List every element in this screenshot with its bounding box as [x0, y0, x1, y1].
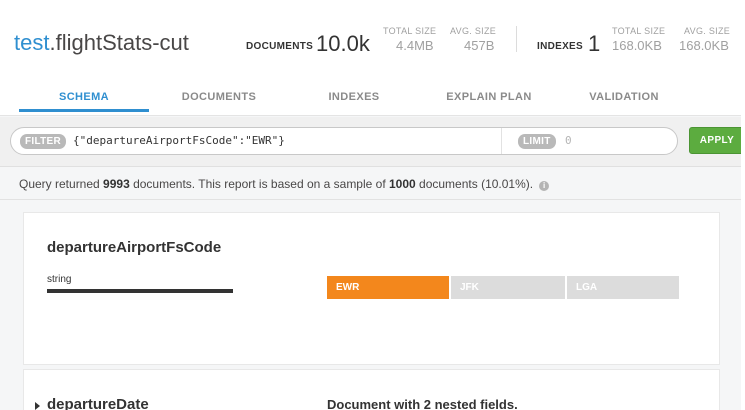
collection-name: flightStats-cut	[55, 30, 189, 55]
collection-header: test.flightStats-cut DOCUMENTS 10.0k TOT…	[0, 0, 745, 116]
value-bar-ewr[interactable]: EWR	[327, 276, 449, 299]
field-type-label[interactable]: string	[47, 274, 71, 285]
filter-label-pill: FILTER	[20, 134, 67, 149]
limit-label-pill: LIMIT	[518, 134, 556, 149]
schema-content: departureAirportFsCode string EWR JFK LG…	[0, 201, 745, 410]
scrollbar-track[interactable]	[741, 0, 745, 410]
database-name[interactable]: test	[14, 30, 49, 55]
query-bar: FILTER {"departureAirportFsCode":"EWR"} …	[0, 117, 745, 167]
status-suffix: documents (10.01%).	[415, 177, 534, 191]
nested-fields-summary: Document with 2 nested fields.	[327, 397, 518, 410]
documents-count: 10.0k	[316, 31, 370, 56]
apply-button[interactable]: APPLY	[689, 127, 745, 154]
returned-count: 9993	[103, 177, 130, 191]
field-name[interactable]: departureDate	[47, 396, 149, 410]
indexes-count: 1	[588, 31, 601, 56]
expand-caret-icon[interactable]	[35, 402, 40, 410]
status-middle: documents. This report is based on a sam…	[129, 177, 389, 191]
status-prefix: Query returned	[19, 177, 104, 191]
tab-schema[interactable]: SCHEMA	[19, 84, 149, 112]
namespace-title: test.flightStats-cut	[14, 30, 189, 56]
indexes-label: INDEXES	[537, 41, 584, 52]
index-avg-size-value: 168.0KB	[679, 38, 729, 53]
filter-query-text[interactable]: {"departureAirportFsCode":"EWR"}	[73, 134, 285, 147]
index-total-size-value: 168.0KB	[612, 38, 662, 53]
tab-indexes[interactable]: INDEXES	[309, 84, 399, 112]
avg-size-value: 457B	[464, 38, 495, 53]
limit-separator	[501, 128, 502, 154]
value-bar-jfk[interactable]: JFK	[451, 276, 565, 299]
index-total-size-label: TOTAL SIZE	[612, 26, 666, 36]
tab-documents[interactable]: DOCUMENTS	[159, 84, 279, 112]
avg-size-label: AVG. SIZE	[450, 26, 497, 36]
info-icon[interactable]: i	[539, 181, 550, 191]
schema-field-card: departureDate Document with 2 nested fie…	[23, 369, 720, 410]
total-size-value: 4.4MB	[396, 38, 434, 53]
documents-label: DOCUMENTS	[246, 41, 314, 52]
tab-explain-plan[interactable]: EXPLAIN PLAN	[439, 84, 539, 112]
schema-field-card: departureAirportFsCode string EWR JFK LG…	[23, 212, 720, 365]
field-type-bar[interactable]	[47, 289, 233, 293]
limit-input[interactable]: 0	[565, 134, 572, 147]
value-bar-lga[interactable]: LGA	[567, 276, 679, 299]
index-avg-size-label: AVG. SIZE	[684, 26, 731, 36]
sample-status-text: Query returned 9993 documents. This repo…	[19, 177, 550, 191]
sample-status-bar: Query returned 9993 documents. This repo…	[0, 168, 745, 200]
tab-validation[interactable]: VALIDATION	[579, 84, 669, 112]
stats-divider	[516, 26, 517, 52]
field-name: departureAirportFsCode	[47, 239, 222, 256]
total-size-label: TOTAL SIZE	[383, 26, 437, 36]
sample-count: 1000	[389, 177, 416, 191]
filter-input[interactable]: FILTER {"departureAirportFsCode":"EWR"} …	[10, 127, 678, 155]
